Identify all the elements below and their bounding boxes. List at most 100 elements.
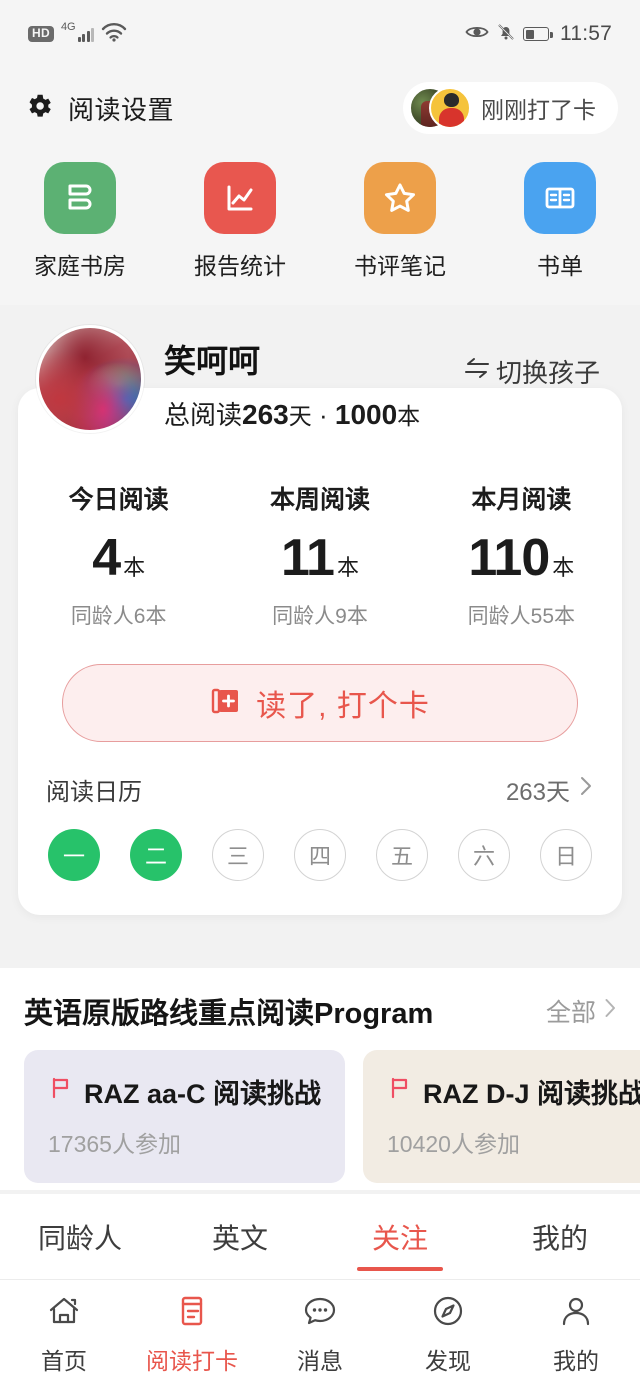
quick-action-label: 家庭书房: [34, 253, 126, 279]
checkin-button[interactable]: 读了, 打个卡: [62, 664, 578, 742]
hd-icon: HD: [28, 26, 54, 42]
calendar-title: 阅读日历: [46, 779, 142, 806]
swap-arrows-icon: [462, 355, 492, 388]
stat-peer: 同龄人6本: [70, 605, 167, 628]
program-card-list: RAZ aa-C 阅读挑战 17365人参加 RAZ D-J 阅读挑战 1042…: [0, 1032, 640, 1183]
program-card-title: RAZ aa-C 阅读挑战: [84, 1079, 322, 1109]
nav-label: 我的: [553, 1347, 599, 1374]
status-bar-left: HD 4G: [28, 21, 127, 47]
calendar-streak-link[interactable]: 263天: [506, 772, 594, 807]
mute-bell-icon: [496, 22, 516, 47]
stat-unit: 本: [552, 555, 575, 580]
program-see-all[interactable]: 全部: [546, 993, 618, 1029]
calendar-header[interactable]: 阅读日历 263天: [18, 742, 622, 807]
quick-action-notes[interactable]: 书评笔记: [320, 162, 480, 281]
program-see-all-label: 全部: [545, 999, 596, 1027]
tab-english[interactable]: 英文: [160, 1194, 320, 1279]
status-bar: HD 4G 11:57: [0, 0, 640, 68]
wifi-icon: [101, 22, 127, 47]
stat-unit: 本: [336, 555, 359, 580]
checkin-button-label: 读了, 打个卡: [256, 690, 430, 723]
stat-today: 今日阅读 4本 同龄人6本: [18, 480, 219, 630]
nav-item-reading-checkin[interactable]: 阅读打卡: [128, 1292, 256, 1376]
recent-checkin-pill[interactable]: 刚刚打了卡: [403, 82, 618, 134]
header-left[interactable]: 阅读设置: [24, 90, 174, 127]
calendar-day-sat[interactable]: 六: [458, 829, 510, 881]
chart-report-icon: [204, 162, 276, 234]
tab-mine[interactable]: 我的: [480, 1194, 640, 1279]
switch-child-label: 切换孩子: [495, 358, 600, 388]
program-section: 英语原版路线重点阅读Program 全部 RAZ aa-C 阅读挑战 17365…: [0, 968, 640, 1205]
home-icon: [45, 1292, 83, 1335]
total-days-unit: 天: [288, 403, 312, 429]
program-card-participants: 10420人参加: [387, 1131, 520, 1157]
switch-child-button[interactable]: 切换孩子: [462, 353, 600, 390]
avatar-group: [409, 87, 471, 129]
bookshelf-icon: [44, 162, 116, 234]
quick-action-report[interactable]: 报告统计: [160, 162, 320, 281]
calendar-streak-label: 263天: [505, 779, 570, 806]
section-divider: [0, 950, 640, 964]
quick-actions-row: 家庭书房 报告统计 书评笔记 书单: [0, 148, 640, 305]
calendar-day-wed[interactable]: 三: [212, 829, 264, 881]
program-card[interactable]: RAZ aa-C 阅读挑战 17365人参加: [24, 1050, 346, 1183]
stat-week: 本周阅读 11 本 同龄人9本: [219, 480, 420, 630]
program-card-title-row: RAZ D-J 阅读挑战: [387, 1072, 640, 1111]
calendar-days: 一 二 三 四 五 六 日: [18, 807, 622, 915]
quick-action-bookshelf[interactable]: 家庭书房: [0, 162, 160, 281]
tab-following[interactable]: 关注: [320, 1194, 480, 1279]
tab-peers[interactable]: 同龄人: [0, 1194, 160, 1279]
stat-value: 4: [92, 529, 121, 587]
stat-month: 本月阅读 110 本 同龄人55本: [421, 480, 622, 630]
total-days: 263: [242, 399, 289, 430]
stat-peer: 同龄人55本: [467, 605, 575, 628]
nav-item-home[interactable]: 首页: [0, 1292, 128, 1376]
reading-stats-card: 今日阅读 4本 同龄人6本 本周阅读 11 本 同龄人9本 本月阅读 110 本 同…: [18, 388, 622, 915]
bottom-nav: 首页 阅读打卡 消息 发现 我的: [0, 1280, 640, 1387]
calendar-day-tue[interactable]: 二: [130, 829, 182, 881]
quick-action-label: 报告统计: [194, 253, 286, 279]
flag-icon: [48, 1075, 74, 1108]
gear-icon[interactable]: [24, 91, 54, 126]
program-card[interactable]: RAZ D-J 阅读挑战 10420人参加: [363, 1050, 640, 1183]
battery-icon: [523, 27, 553, 41]
calendar-day-fri[interactable]: 五: [376, 829, 428, 881]
calendar-day-thu[interactable]: 四: [294, 829, 346, 881]
program-card-participants: 17365人参加: [48, 1131, 181, 1157]
totals-separator: ·: [318, 400, 328, 430]
nav-item-profile[interactable]: 我的: [512, 1292, 640, 1376]
avatar[interactable]: [36, 325, 144, 433]
eye-comfort-icon: [465, 24, 489, 45]
profile-totals: 总阅读263天 · 1000本: [164, 395, 622, 432]
program-card-title-row: RAZ aa-C 阅读挑战: [48, 1072, 321, 1111]
stat-value-group: 110 本: [421, 528, 622, 588]
program-title: 英语原版路线重点阅读Program: [24, 998, 434, 1030]
stat-value: 11: [280, 529, 335, 587]
network-type-label: 4G: [60, 21, 76, 33]
nav-item-messages[interactable]: 消息: [256, 1292, 384, 1376]
clock-label: 11:57: [560, 22, 612, 45]
chevron-right-icon: [603, 996, 618, 1027]
stat-peer: 同龄人9本: [272, 605, 368, 628]
stat-title: 本周阅读: [269, 486, 370, 514]
stat-title: 今日阅读: [68, 486, 169, 514]
total-prefix: 总阅读: [164, 400, 243, 430]
book-plus-icon: [210, 685, 242, 722]
stat-value-group: 4本: [18, 528, 219, 588]
document-checkin-icon: [173, 1292, 211, 1335]
chevron-right-icon: [578, 774, 594, 805]
stat-unit: 本: [123, 555, 146, 580]
quick-action-booklist[interactable]: 书单: [480, 162, 640, 281]
stat-value: 110: [468, 529, 550, 587]
signal-bars: [77, 26, 95, 42]
calendar-day-sun[interactable]: 日: [540, 829, 592, 881]
nav-item-discover[interactable]: 发现: [384, 1292, 512, 1376]
quick-action-label: 书单: [537, 253, 583, 279]
flag-icon: [387, 1075, 413, 1108]
signal-icon: 4G: [61, 21, 95, 42]
star-icon: [364, 162, 436, 234]
nav-label: 阅读打卡: [146, 1347, 238, 1374]
calendar-day-mon[interactable]: 一: [48, 829, 100, 881]
program-card-title: RAZ D-J 阅读挑战: [423, 1079, 640, 1109]
quick-action-label: 书评笔记: [354, 253, 446, 279]
